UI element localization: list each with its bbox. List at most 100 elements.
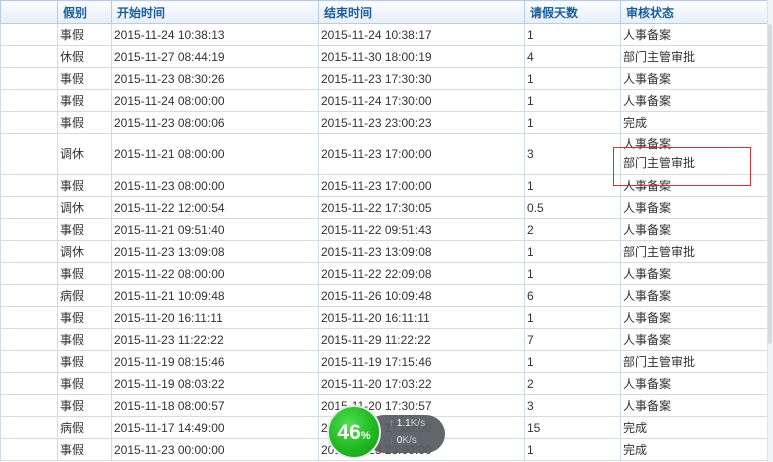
leave-records-table: 假别 开始时间 结束时间 请假天数 审核状态 事假 2015-11-24 10:3… xyxy=(0,0,773,461)
column-header-end-time[interactable]: 结束时间 xyxy=(318,0,525,24)
cell-start-time: 2015-11-23 08:00:06 xyxy=(111,111,319,134)
cell-end-time: 2015-11-23 17:00:00 xyxy=(318,133,525,175)
row-blank-cell xyxy=(0,67,58,90)
table-row[interactable]: 事假 2015-11-19 08:03:22 2015-11-20 17:03:22… xyxy=(0,372,773,395)
review-status-text: 部门主管审批 xyxy=(623,354,696,369)
cell-start-time: 2015-11-24 10:38:13 xyxy=(111,23,319,46)
cell-leave-type: 事假 xyxy=(57,89,112,112)
cell-start-time: 2015-11-23 11:22:22 xyxy=(111,328,319,351)
table-row[interactable]: 调休 2015-11-21 08:00:00 2015-11-23 17:00:00… xyxy=(0,133,773,175)
cell-end-time: 2015-11-23 17:00:00 xyxy=(318,174,525,197)
memory-usage-ball[interactable]: 46% xyxy=(327,405,381,459)
cell-leave-type: 休假 xyxy=(57,45,112,68)
cell-start-time: 2015-11-24 08:00:00 xyxy=(111,89,319,112)
cell-review-status: 人事备案 xyxy=(620,394,773,417)
cell-end-time: 2015-11-24 17:30:00 xyxy=(318,89,525,112)
cell-leave-type: 事假 xyxy=(57,111,112,134)
review-status-text: 人事备案 xyxy=(623,376,672,391)
cell-start-time: 2015-11-22 12:00:54 xyxy=(111,196,319,219)
row-blank-cell xyxy=(0,284,58,307)
review-status-text: 完成 xyxy=(623,442,648,457)
table-row[interactable]: 事假 2015-11-23 08:00:00 2015-11-23 17:00:00… xyxy=(0,174,773,197)
review-status-text: 人事备案 xyxy=(623,71,672,86)
review-status-text: 完成 xyxy=(623,115,648,130)
column-header-leave-days[interactable]: 请假天数 xyxy=(524,0,621,24)
table-row[interactable]: 调休 2015-11-23 13:09:08 2015-11-23 13:09:08… xyxy=(0,240,773,263)
cell-review-status: 人事备案 xyxy=(620,174,773,197)
cell-start-time: 2015-11-23 00:00:00 xyxy=(111,438,319,461)
review-status-text: 人事备案 xyxy=(623,222,672,237)
cell-end-time: 2015-11-29 11:22:22 xyxy=(318,328,525,351)
table-row[interactable]: 病假 2015-11-21 10:09:48 2015-11-26 10:09:48… xyxy=(0,284,773,307)
cell-start-time: 2015-11-27 08:44:19 xyxy=(111,45,319,68)
cell-review-status: 人事备案 xyxy=(620,89,773,112)
cell-leave-days: 1 xyxy=(524,67,621,90)
cell-leave-days: 0.5 xyxy=(524,196,621,219)
cell-review-status: 人事备案 部门主管审批 xyxy=(620,133,773,175)
cell-leave-days: 1 xyxy=(524,350,621,373)
cell-start-time: 2015-11-21 10:09:48 xyxy=(111,284,319,307)
cell-review-status: 人事备案 xyxy=(620,67,773,90)
review-status-text: 人事备案 xyxy=(623,310,672,325)
cell-start-time: 2015-11-19 08:15:46 xyxy=(111,350,319,373)
cell-end-time: 2015-11-19 17:15:46 xyxy=(318,350,525,373)
review-status-text: 人事备案 xyxy=(623,137,672,151)
table-row[interactable]: 事假 2015-11-24 10:38:13 2015-11-24 10:38:17… xyxy=(0,23,773,46)
column-header-review-status[interactable]: 审核状态 xyxy=(620,0,773,24)
cell-leave-days: 1 xyxy=(524,240,621,263)
cell-end-time: 2015-11-23 17:30:30 xyxy=(318,67,525,90)
table-row[interactable]: 事假 2015-11-23 08:30:26 2015-11-23 17:30:30… xyxy=(0,67,773,90)
table-row[interactable]: 事假 2015-11-21 09:51:40 2015-11-22 09:51:43… xyxy=(0,218,773,241)
cell-end-time: 2015-11-23 13:09:08 xyxy=(318,240,525,263)
cell-start-time: 2015-11-21 09:51:40 xyxy=(111,218,319,241)
cell-leave-days: 1 xyxy=(524,89,621,112)
table-row[interactable]: 事假 2015-11-20 16:11:11 2015-11-20 16:11:11… xyxy=(0,306,773,329)
column-header-start-time[interactable]: 开始时间 xyxy=(111,0,319,24)
cell-leave-days: 15 xyxy=(524,416,621,439)
table-body: 事假 2015-11-24 10:38:13 2015-11-24 10:38:17… xyxy=(0,23,773,461)
table-row[interactable]: 事假 2015-11-24 08:00:00 2015-11-24 17:30:00… xyxy=(0,89,773,112)
table-row[interactable]: 事假 2015-11-23 11:22:22 2015-11-29 11:22:22… xyxy=(0,328,773,351)
cell-review-status: 部门主管审批 xyxy=(620,240,773,263)
cell-review-status: 完成 xyxy=(620,111,773,134)
table-row[interactable]: 调休 2015-11-22 12:00:54 2015-11-22 17:30:05… xyxy=(0,196,773,219)
cell-start-time: 2015-11-23 08:30:26 xyxy=(111,67,319,90)
table-row[interactable]: 休假 2015-11-27 08:44:19 2015-11-30 18:00:19… xyxy=(0,45,773,68)
review-status-text: 部门主管审批 xyxy=(623,49,696,64)
cell-leave-days: 4 xyxy=(524,45,621,68)
cell-start-time: 2015-11-23 13:09:08 xyxy=(111,240,319,263)
column-header-blank[interactable] xyxy=(0,0,58,24)
table-row[interactable]: 事假 2015-11-22 08:00:00 2015-11-22 22:09:08… xyxy=(0,262,773,285)
cell-end-time: 2015-11-23 23:00:23 xyxy=(318,111,525,134)
cell-end-time: 2015-11-26 10:09:48 xyxy=(318,284,525,307)
row-blank-cell xyxy=(0,133,58,175)
column-header-leave-type[interactable]: 假别 xyxy=(57,0,112,24)
scrollbar-thumb[interactable] xyxy=(768,24,772,344)
network-speed-widget[interactable]: ↑ 1.1K/s ↓ 0K/s 46% xyxy=(327,405,451,462)
table-header-row: 假别 开始时间 结束时间 请假天数 审核状态 xyxy=(0,0,773,24)
cell-review-status: 部门主管审批 xyxy=(620,350,773,373)
cell-leave-type: 事假 xyxy=(57,328,112,351)
memory-usage-percent-sign: % xyxy=(360,430,371,442)
cell-leave-type: 病假 xyxy=(57,416,112,439)
cell-start-time: 2015-11-17 14:49:00 xyxy=(111,416,319,439)
cell-leave-type: 调休 xyxy=(57,133,112,175)
cell-review-status: 人事备案 xyxy=(620,306,773,329)
row-blank-cell xyxy=(0,45,58,68)
row-blank-cell xyxy=(0,416,58,439)
table-row[interactable]: 事假 2015-11-19 08:15:46 2015-11-19 17:15:46… xyxy=(0,350,773,373)
row-blank-cell xyxy=(0,240,58,263)
cell-leave-days: 1 xyxy=(524,23,621,46)
cell-leave-type: 事假 xyxy=(57,67,112,90)
cell-review-status: 人事备案 xyxy=(620,262,773,285)
cell-leave-days: 3 xyxy=(524,394,621,417)
download-speed: ↓ 0K/s xyxy=(389,435,417,446)
cell-leave-days: 1 xyxy=(524,111,621,134)
cell-leave-type: 事假 xyxy=(57,23,112,46)
cell-review-status: 完成 xyxy=(620,438,773,461)
row-blank-cell xyxy=(0,262,58,285)
row-blank-cell xyxy=(0,350,58,373)
table-row[interactable]: 事假 2015-11-23 08:00:06 2015-11-23 23:00:23… xyxy=(0,111,773,134)
cell-review-status: 人事备案 xyxy=(620,218,773,241)
download-speed-unit: K/s xyxy=(402,435,417,446)
